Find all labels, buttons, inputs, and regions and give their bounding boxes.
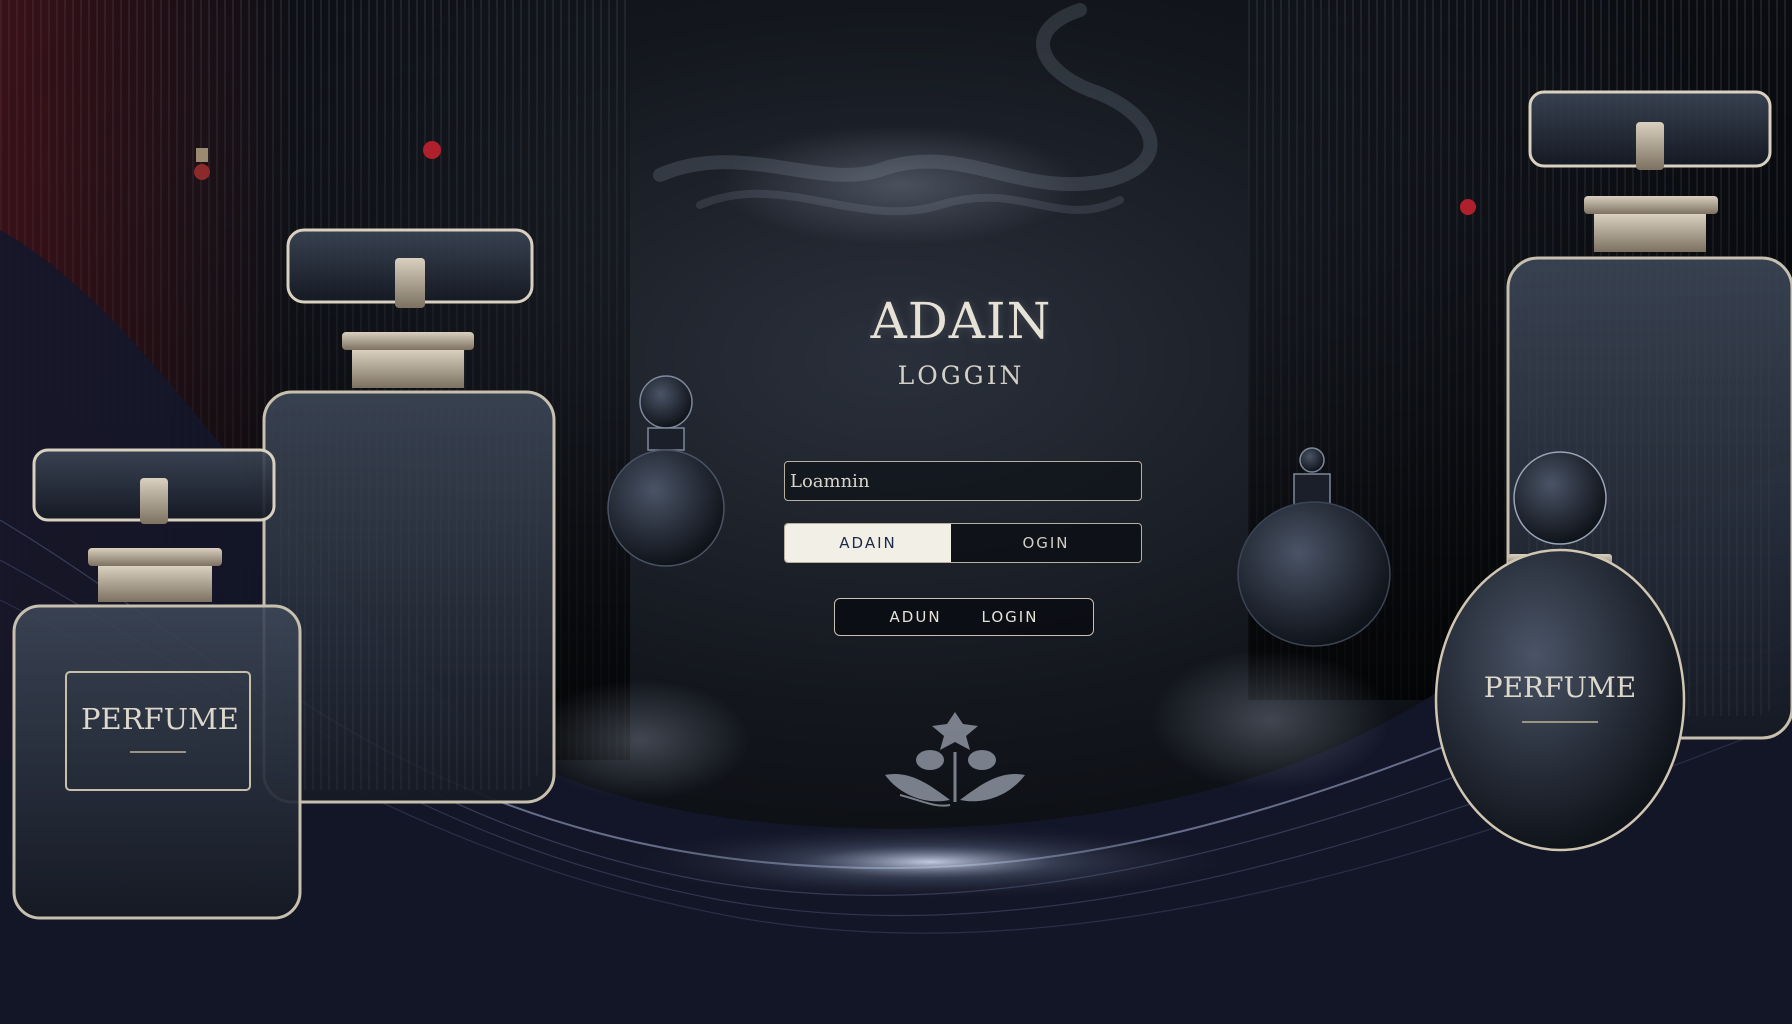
brand-subtitle: LOGGIN	[897, 361, 1025, 390]
toggle-option-login[interactable]: OGIN	[951, 524, 1141, 562]
login-button-label-left: ADUN	[889, 608, 942, 626]
login-screen: ADAIN LOGGIN ADAIN OGIN ADUN LOGIN PERFU…	[0, 0, 1792, 1024]
bottle-label-left: PERFUME	[81, 702, 239, 736]
username-input[interactable]	[788, 469, 1141, 493]
bottle-label-right: PERFUME	[1483, 671, 1637, 704]
username-field[interactable]	[784, 461, 1142, 501]
login-button-label-right: LOGIN	[981, 608, 1039, 626]
login-button[interactable]: ADUN LOGIN	[834, 598, 1094, 636]
login-mode-toggle[interactable]: ADAIN OGIN	[784, 523, 1142, 563]
toggle-option-admin[interactable]: ADAIN	[785, 524, 951, 562]
brand-title: ADAIN	[870, 292, 1052, 350]
